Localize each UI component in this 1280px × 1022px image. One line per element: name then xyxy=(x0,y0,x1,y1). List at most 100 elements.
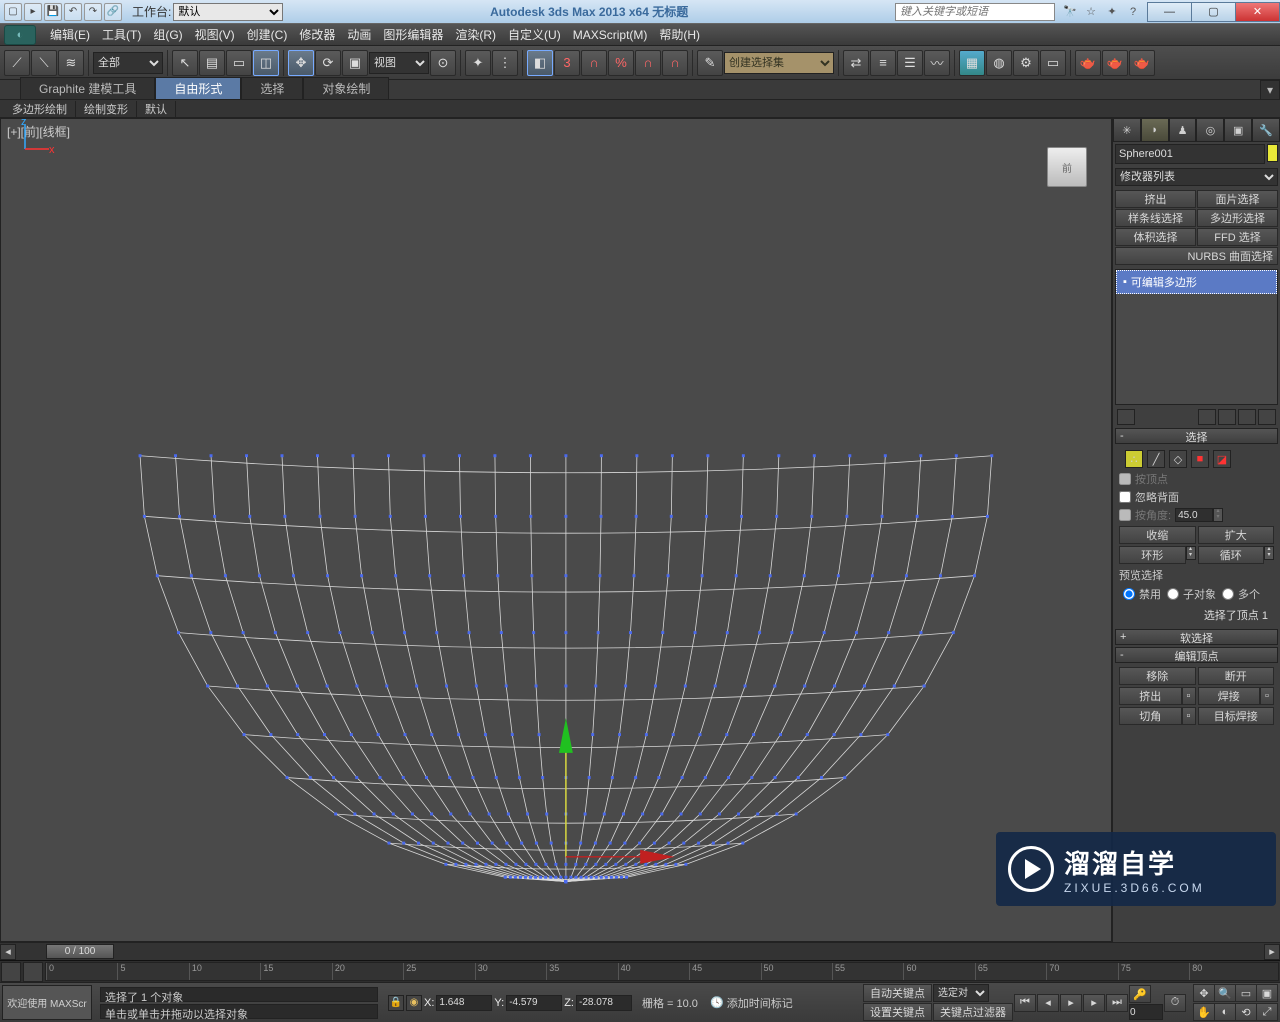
pivot-icon[interactable]: ⊙ xyxy=(430,50,456,76)
select-icon[interactable]: ↖ xyxy=(172,50,198,76)
setkey-button[interactable]: 设置关键点 xyxy=(863,1003,932,1021)
quick-nurbssel-button[interactable]: NURBS 曲面选择 xyxy=(1115,247,1278,265)
rollout-editvert-header[interactable]: -编辑顶点 xyxy=(1115,647,1278,663)
link-icon[interactable]: 🔗 xyxy=(104,3,122,21)
modifier-list-dropdown[interactable]: 修改器列表 xyxy=(1115,168,1278,186)
preview-multi-radio[interactable]: 多个 xyxy=(1222,585,1260,603)
preview-subobj-radio[interactable]: 子对象 xyxy=(1167,585,1216,603)
menu-modifiers[interactable]: 修改器 xyxy=(293,26,341,43)
nav-pan-icon[interactable]: ✥ xyxy=(1193,984,1215,1002)
menu-help[interactable]: 帮助(H) xyxy=(653,26,706,43)
track-bar[interactable]: 05101520253035404550556065707580 xyxy=(0,960,1280,982)
remove-mod-icon[interactable] xyxy=(1238,409,1256,425)
named-selection-dropdown[interactable]: 创建选择集 xyxy=(724,52,834,74)
time-slider[interactable]: ◂ 0 / 100 ▸ xyxy=(0,942,1280,960)
x-input[interactable] xyxy=(436,995,492,1011)
select-region-icon[interactable]: ▭ xyxy=(226,50,252,76)
keyfilter-button[interactable]: 关键点过滤器 xyxy=(933,1003,1013,1021)
time-config-icon[interactable]: ⏱ xyxy=(1164,994,1186,1012)
snap-toggle-icon[interactable]: ◧ xyxy=(527,50,553,76)
time-thumb[interactable]: 0 / 100 xyxy=(46,944,114,959)
maximize-button[interactable]: ▢ xyxy=(1191,2,1236,22)
ribbon-tab-objectpaint[interactable]: 对象绘制 xyxy=(303,77,389,99)
binoc-icon[interactable]: 🔭 xyxy=(1061,3,1079,21)
chamfer-opt-icon[interactable]: ▫ xyxy=(1182,707,1196,725)
schematic-icon[interactable]: ▦ xyxy=(959,50,985,76)
panel-tab-modify-icon[interactable]: ◗ xyxy=(1141,118,1169,142)
weld-opt-icon[interactable]: ▫ xyxy=(1260,687,1274,705)
menu-render[interactable]: 渲染(R) xyxy=(449,26,502,43)
open-icon[interactable]: ▸ xyxy=(24,3,42,21)
menu-views[interactable]: 视图(V) xyxy=(189,26,241,43)
help-icon[interactable]: ? xyxy=(1124,3,1142,21)
nav-max-icon[interactable]: ⤢ xyxy=(1256,1003,1278,1021)
autokey-button[interactable]: 自动关键点 xyxy=(863,984,932,1002)
save-icon[interactable]: 💾 xyxy=(44,3,62,21)
key-selected-dropdown[interactable]: 选定对 xyxy=(933,984,989,1002)
panel-tab-display-icon[interactable]: ▣ xyxy=(1224,118,1252,142)
show-end-icon[interactable] xyxy=(1198,409,1216,425)
nav-zoomall-icon[interactable]: ▣ xyxy=(1256,984,1278,1002)
menu-edit[interactable]: 编辑(E) xyxy=(44,26,96,43)
nav-roll-icon[interactable]: ⟲ xyxy=(1235,1003,1257,1021)
render-frame-icon[interactable]: ▭ xyxy=(1040,50,1066,76)
comm-icon[interactable]: ☆ xyxy=(1082,3,1100,21)
angle-snap-icon[interactable]: 3 xyxy=(554,50,580,76)
ribbon-tab-freeform[interactable]: 自由形式 xyxy=(155,77,241,99)
close-button[interactable]: ✕ xyxy=(1235,2,1280,22)
nav-zoom-icon[interactable]: 🔍 xyxy=(1214,984,1236,1002)
render-setup-icon[interactable]: ⚙ xyxy=(1013,50,1039,76)
frame-prev-icon[interactable]: ◂ xyxy=(0,944,16,960)
ring-spinner[interactable]: ▴▾ xyxy=(1186,546,1196,560)
scale-icon[interactable]: ▣ xyxy=(342,50,368,76)
ref-coord-dropdown[interactable]: 视图 xyxy=(369,52,429,74)
nav-walk-icon[interactable]: ◐ xyxy=(1214,1003,1236,1021)
search-input[interactable] xyxy=(895,3,1055,21)
snap-5-icon[interactable]: ∩ xyxy=(662,50,688,76)
timetag-icon[interactable]: 🕓 xyxy=(710,996,724,1009)
so-edge-icon[interactable]: ╱ xyxy=(1147,450,1165,468)
so-polygon-icon[interactable]: ■ xyxy=(1191,450,1209,468)
lock-selection-icon[interactable]: 🔒 xyxy=(388,995,404,1011)
move-icon[interactable]: ✥ xyxy=(288,50,314,76)
selection-filter-dropdown[interactable]: 全部 xyxy=(93,52,163,74)
isolate-icon[interactable]: ◉ xyxy=(406,995,422,1011)
nav-orbit-icon[interactable]: ✋ xyxy=(1193,1003,1215,1021)
viewport[interactable]: [+][前][线框] 前 z x xyxy=(0,118,1112,942)
menu-tools[interactable]: 工具(T) xyxy=(96,26,147,43)
ribbon-expand-icon[interactable]: ▾ xyxy=(1260,80,1280,99)
manip-icon[interactable]: ✦ xyxy=(465,50,491,76)
ribbon-tab-graphite[interactable]: Graphite 建模工具 xyxy=(20,77,155,99)
configure-icon[interactable] xyxy=(1258,409,1276,425)
curve-editor-icon[interactable]: 〰 xyxy=(924,50,950,76)
trackbar-toggle-icon[interactable] xyxy=(1,962,21,982)
keymode-icon[interactable]: ⋮ xyxy=(492,50,518,76)
align-icon[interactable]: ≡ xyxy=(870,50,896,76)
z-input[interactable] xyxy=(576,995,632,1011)
trackbar-ruler[interactable]: 05101520253035404550556065707580 xyxy=(45,962,1279,981)
rollout-softsel-header[interactable]: +软选择 xyxy=(1115,629,1278,645)
render-last-icon[interactable]: 🫖 xyxy=(1129,50,1155,76)
menu-animation[interactable]: 动画 xyxy=(341,26,377,43)
loop-button[interactable]: 循环 xyxy=(1198,546,1265,564)
rollout-selection-header[interactable]: -选择 xyxy=(1115,428,1278,444)
ribbon-tab-selection[interactable]: 选择 xyxy=(241,77,303,99)
object-color-swatch[interactable] xyxy=(1267,144,1278,162)
loop-spinner[interactable]: ▴▾ xyxy=(1264,546,1274,560)
so-border-icon[interactable]: ◇ xyxy=(1169,450,1187,468)
frame-next-icon[interactable]: ▸ xyxy=(1264,944,1280,960)
add-time-tag[interactable]: 添加时间标记 xyxy=(727,995,793,1011)
menu-customize[interactable]: 自定义(U) xyxy=(502,26,567,43)
material-editor-icon[interactable]: ◍ xyxy=(986,50,1012,76)
window-crossing-icon[interactable]: ◫ xyxy=(253,50,279,76)
quick-patchsel-button[interactable]: 面片选择 xyxy=(1197,190,1278,208)
ribbon-sub-paintdeform[interactable]: 绘制变形 xyxy=(76,101,137,117)
undo-icon[interactable]: ↶ xyxy=(64,3,82,21)
goto-end-icon[interactable]: ⏭ xyxy=(1106,994,1128,1012)
unlink-tool-icon[interactable]: ⟍ xyxy=(31,50,57,76)
named-sel-edit-icon[interactable]: ✎ xyxy=(697,50,723,76)
weld-button[interactable]: 焊接 xyxy=(1198,687,1261,705)
select-name-icon[interactable]: ▤ xyxy=(199,50,225,76)
mirror-icon[interactable]: ⇄ xyxy=(843,50,869,76)
menu-grapheditor[interactable]: 图形编辑器 xyxy=(377,26,449,43)
